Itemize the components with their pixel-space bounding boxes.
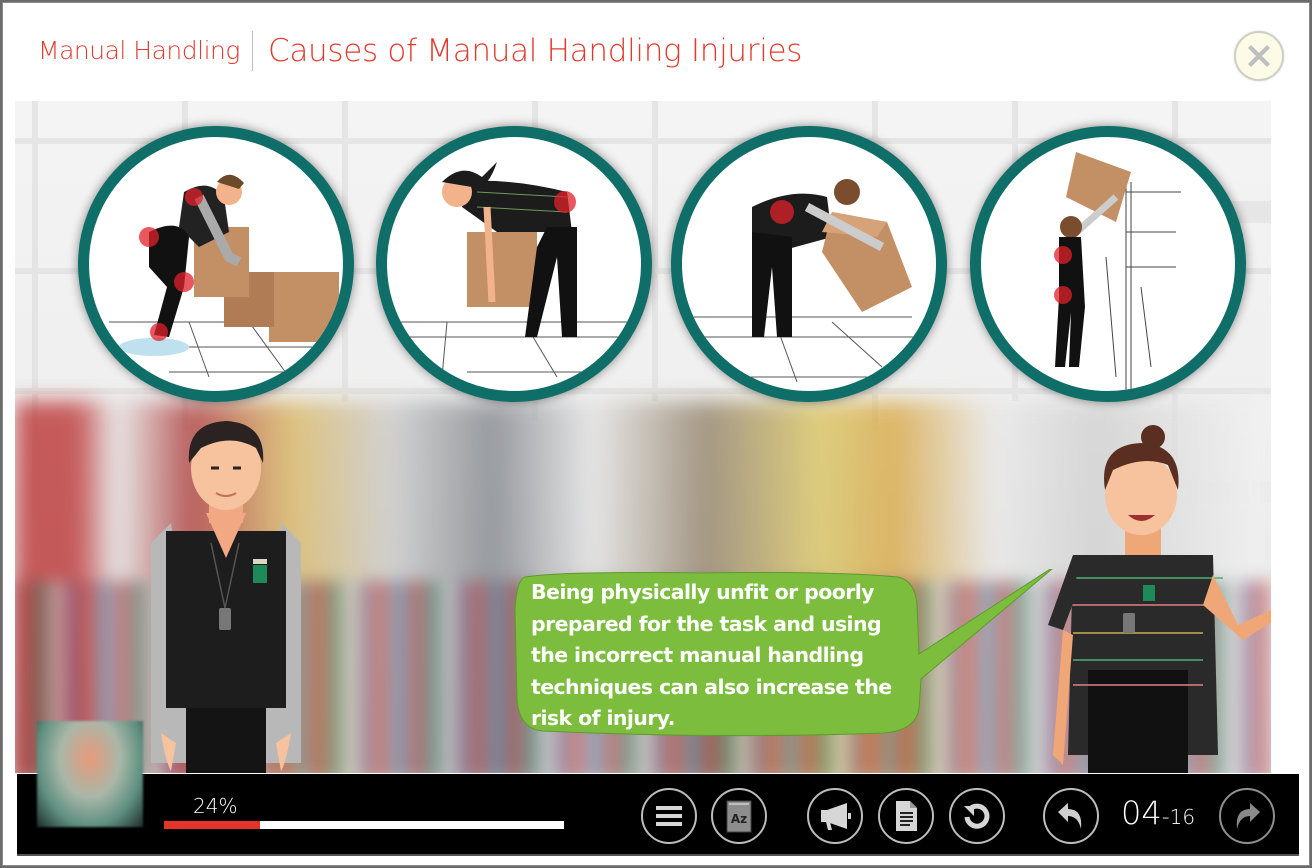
male-staff-presenter <box>141 413 311 773</box>
audio-button[interactable] <box>807 788 863 844</box>
page-title: Causes of Manual Handling Injuries <box>268 33 803 69</box>
document-icon <box>896 801 917 831</box>
speech-line: techniques can also increase the <box>531 674 892 699</box>
replay-icon <box>964 803 990 829</box>
page-total: 16 <box>1169 805 1196 829</box>
hamburger-menu-icon <box>656 806 682 826</box>
back-button[interactable] <box>1043 788 1099 844</box>
illustration-bending-lift <box>78 126 354 402</box>
presenter-thumbnail <box>37 721 143 827</box>
page-current: 04 <box>1121 794 1162 832</box>
next-arrow-icon <box>1236 803 1260 829</box>
speech-line: the incorrect manual handling <box>531 643 864 667</box>
speech-bubble: Being physically unfit or poorly prepare… <box>503 569 1053 737</box>
back-arrow-icon <box>1058 803 1082 829</box>
title-divider <box>252 31 253 71</box>
speech-line: Being physically unfit or poorly <box>531 580 875 604</box>
speech-text: Being physically unfit or poorly prepare… <box>531 577 901 735</box>
pain-highlight <box>770 200 794 224</box>
course-title: Manual Handling <box>38 36 240 65</box>
pain-highlight <box>554 191 576 213</box>
transcript-button[interactable] <box>878 788 934 844</box>
close-button[interactable] <box>1234 31 1284 81</box>
female-staff-presenter <box>1043 415 1271 773</box>
illustration-stooping-lift <box>376 126 652 402</box>
course-player-window: Manual Handling Causes of Manual Handlin… <box>2 2 1310 866</box>
illustration-overhead-reach <box>970 126 1246 402</box>
glossary-az-icon: Az <box>726 800 752 833</box>
next-button[interactable] <box>1219 788 1275 844</box>
progress-bar <box>164 821 564 829</box>
slide-stage: Being physically unfit or poorly prepare… <box>15 101 1271 773</box>
illustration-twisting-lift <box>671 126 947 402</box>
close-x-icon <box>1248 45 1270 67</box>
megaphone-icon <box>821 803 851 830</box>
replay-button[interactable] <box>949 788 1005 844</box>
speech-line: risk of injury. <box>531 706 675 730</box>
progress-percent-label: 24% <box>193 794 238 818</box>
header: Manual Handling Causes of Manual Handlin… <box>3 3 1309 101</box>
page-counter: 04-16 <box>1121 794 1195 832</box>
svg-text:Az: Az <box>731 812 747 826</box>
glossary-button[interactable]: Az <box>711 788 767 844</box>
page-separator: - <box>1161 805 1170 830</box>
speech-line: prepared for the task and using <box>531 611 882 636</box>
menu-button[interactable] <box>641 788 697 844</box>
progress-bar-fill <box>164 821 260 829</box>
